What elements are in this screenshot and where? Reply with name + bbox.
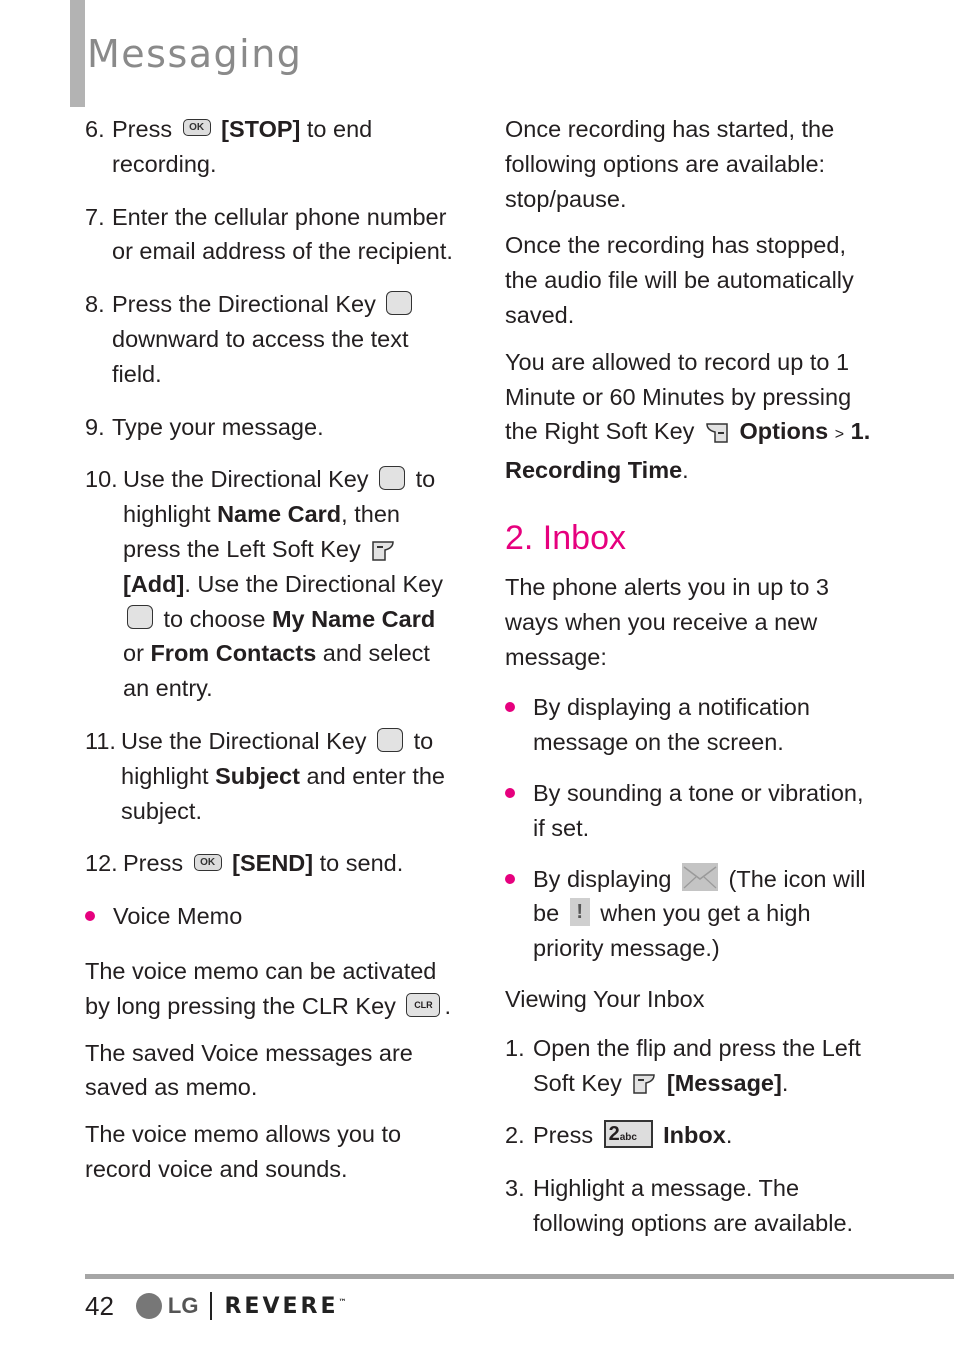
lg-wordmark: LG	[167, 1293, 199, 1318]
right-soft-key-icon	[705, 419, 729, 443]
step-6: 6. Press OK [STOP] to end recording.	[85, 112, 455, 182]
recording-paragraph: Once recording has started, the followin…	[505, 116, 835, 212]
clr-key-icon: CLR	[406, 992, 441, 1017]
inbox-section-title: 2. Inbox	[505, 518, 626, 557]
inbox-intro: The phone alerts you in up to 3 ways whe…	[505, 573, 829, 670]
inbox-step-2: 2. Press 2abc Inbox.	[505, 1118, 875, 1153]
step-text: or	[123, 640, 144, 667]
step-text: Press	[533, 1122, 594, 1149]
priority-message-icon: !	[569, 898, 590, 927]
step-7: 7. Enter the cellular phone number or em…	[85, 200, 455, 270]
step-text: Highlight a message. The following optio…	[533, 1175, 854, 1236]
directional-key-icon	[377, 727, 404, 752]
header-bar	[70, 0, 85, 107]
bullet-text: By sounding a tone or vibration, if set.	[533, 779, 864, 841]
trademark: ™	[338, 1297, 347, 1307]
recording-time-paragraph: You are allowed to record up to 1 Minute…	[505, 345, 875, 488]
key-letters: abc	[619, 1132, 637, 1144]
page-number: 42	[85, 1290, 114, 1321]
step-text: to send.	[319, 850, 404, 877]
step-number: 10.	[85, 466, 118, 493]
logo-divider	[210, 1292, 213, 1320]
my-name-card-label: My Name Card	[271, 605, 436, 632]
add-label: [Add]	[123, 570, 185, 597]
from-contacts-label: From Contacts	[150, 640, 317, 667]
alert-bullet: By sounding a tone or vibration, if set.	[505, 776, 875, 846]
name-card-label: Name Card	[217, 501, 342, 528]
left-column: 6. Press OK [STOP] to end recording. 7. …	[85, 112, 455, 1199]
step-number: 2.	[505, 1122, 525, 1149]
step-number: 9.	[85, 413, 105, 440]
envelope-icon	[682, 863, 718, 892]
voice-memo-paragraph: The saved Voice messages are saved as me…	[85, 1039, 413, 1101]
step-text: .	[725, 1122, 733, 1149]
lg-logo: LG	[135, 1293, 199, 1319]
left-soft-key-icon	[371, 537, 395, 561]
step-text: .	[781, 1069, 789, 1096]
viewing-inbox-subhead: Viewing Your Inbox	[505, 985, 705, 1012]
step-text: Enter the cellular phone number or email…	[112, 203, 453, 265]
voice-memo-paragraph: The voice memo allows you to record voic…	[85, 1121, 402, 1182]
inbox-label: Inbox	[663, 1122, 726, 1149]
page-title: Messaging	[87, 32, 303, 76]
message-label: [Message]	[666, 1069, 782, 1096]
two-abc-key-icon: 2abc	[603, 1120, 653, 1149]
ok-key-icon: OK	[182, 119, 211, 137]
paragraph-text: The voice memo can be activated by long …	[85, 957, 437, 1019]
step-number: 6.	[85, 116, 105, 142]
step-10: 10. Use the Directional Key to highlight…	[85, 462, 455, 706]
brand-text: REVERE	[224, 1293, 339, 1319]
step-text: Press	[112, 116, 173, 142]
directional-key-icon	[127, 605, 153, 630]
step-12: 12. Press OK [SEND] to send.	[85, 846, 455, 881]
step-number: 3.	[505, 1175, 525, 1202]
lg-face-icon	[135, 1293, 162, 1319]
step-number: 8.	[85, 291, 105, 318]
step-text: Press	[123, 850, 184, 877]
step-text: Type your message.	[112, 413, 324, 440]
right-column: Once recording has started, the followin…	[505, 112, 875, 1259]
alert-bullet: By displaying (The icon will be ! when y…	[505, 862, 875, 966]
left-soft-key-icon	[632, 1070, 656, 1095]
voice-memo-heading: Voice Memo	[85, 899, 455, 934]
step-text: Use the Directional Key	[121, 727, 367, 754]
revere-wordmark: REVERE™	[224, 1294, 346, 1319]
step-11: 11. Use the Directional Key to highlight…	[85, 724, 455, 828]
directional-key-down-icon	[386, 290, 413, 315]
paragraph-text: .	[682, 457, 689, 484]
subject-label: Subject	[215, 762, 300, 789]
step-text: downward to access the text field.	[112, 325, 409, 387]
step-text: to choose	[163, 605, 266, 632]
step-text: Use the Directional Key	[123, 466, 369, 493]
footer-divider	[85, 1274, 954, 1279]
footer: 42 LG REVERE™	[85, 1286, 346, 1326]
separator: >	[834, 426, 845, 444]
inbox-step-1: 1. Open the flip and press the Left Soft…	[505, 1031, 875, 1101]
recording-paragraph: Once the recording has stopped, the audi…	[505, 232, 854, 328]
paragraph-text: .	[444, 992, 451, 1019]
bullet-text: By displaying	[533, 865, 672, 892]
inbox-step-3: 3. Highlight a message. The following op…	[505, 1171, 875, 1241]
step-number: 12.	[85, 850, 118, 877]
bullet-text: By displaying a notification message on …	[533, 694, 810, 756]
ok-key-icon: OK	[193, 853, 222, 871]
options-label: Options	[739, 418, 829, 445]
send-label: [SEND]	[232, 850, 314, 877]
alert-bullet: By displaying a notification message on …	[505, 690, 875, 760]
stop-label: [STOP]	[221, 116, 301, 142]
directional-key-icon	[379, 466, 406, 491]
voice-memo-paragraph: The voice memo can be activated by long …	[85, 954, 455, 1024]
step-number: 7.	[85, 203, 105, 230]
step-text: Press the Directional Key	[112, 291, 376, 318]
step-number: 1.	[505, 1034, 525, 1061]
step-number: 11.	[85, 727, 116, 754]
heading-text: Voice Memo	[113, 903, 243, 930]
step-9: 9. Type your message.	[85, 410, 455, 445]
step-8: 8. Press the Directional Key downward to…	[85, 287, 455, 391]
key-digit: 2	[608, 1123, 620, 1146]
step-text: . Use the Directional Key	[184, 570, 443, 597]
